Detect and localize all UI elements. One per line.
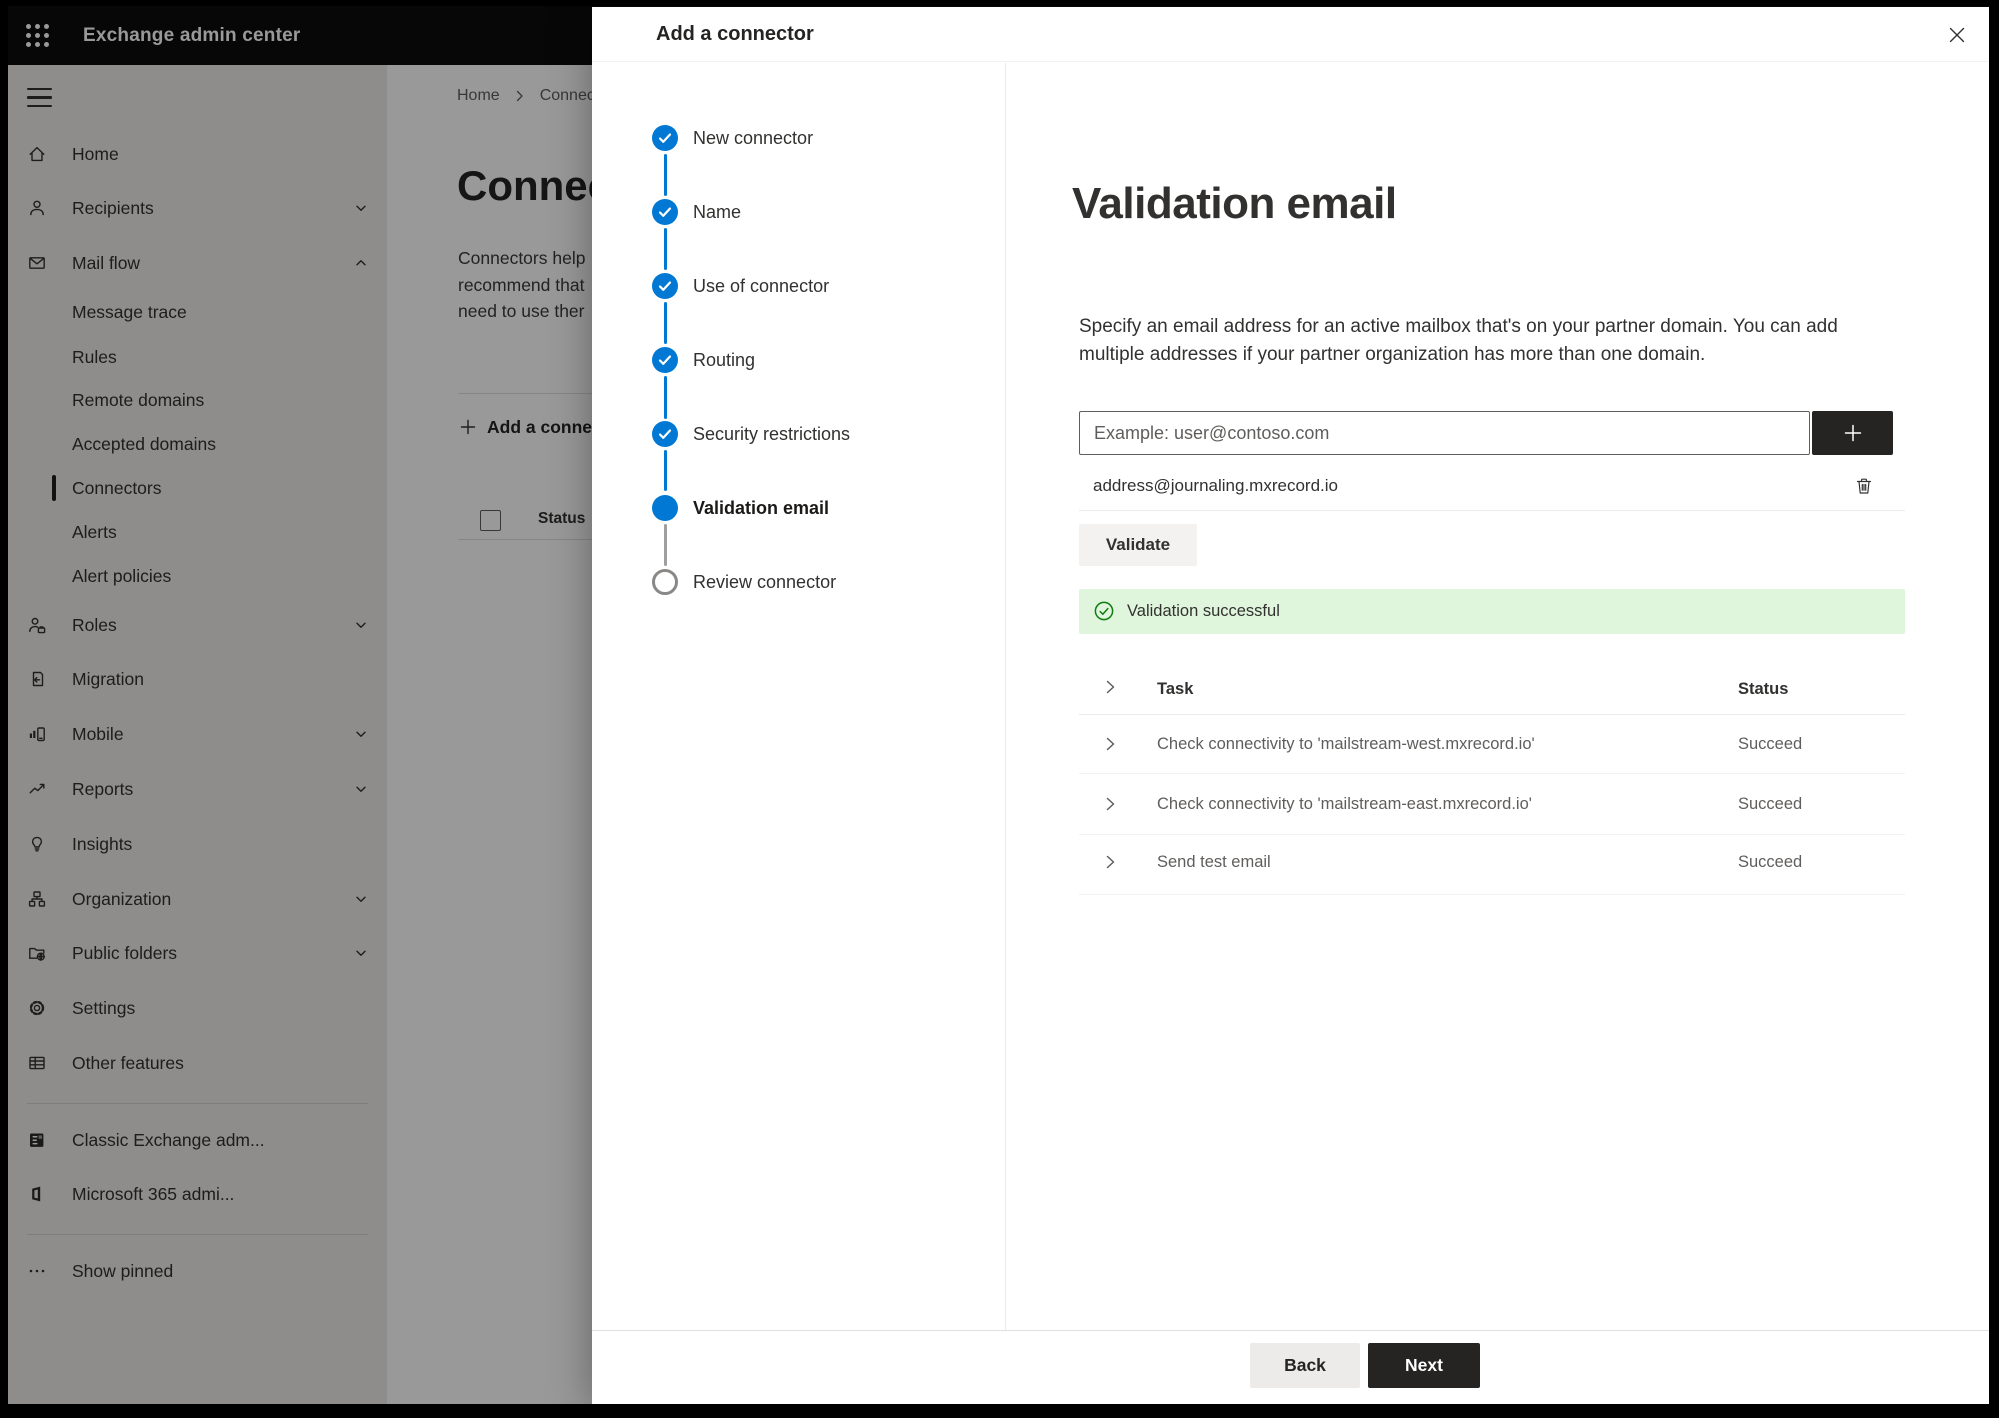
step-indicator-use-of-connector xyxy=(652,273,678,299)
success-message: Validation successful xyxy=(1127,602,1280,620)
content-title: Validation email xyxy=(1072,179,1397,228)
expand-all-chevron-icon[interactable] xyxy=(1100,677,1120,697)
plus-icon xyxy=(1844,424,1861,442)
content-description: Specify an email address for an active m… xyxy=(1079,313,1838,368)
screen: Exchange admin center Home Recipients Ma… xyxy=(0,0,1999,1418)
status-column-header: Status xyxy=(1738,679,1789,698)
dialog-title: Add a connector xyxy=(656,23,814,45)
step-indicator-validation-email xyxy=(652,495,678,521)
delete-address-button[interactable] xyxy=(1850,472,1878,500)
check-icon xyxy=(658,281,672,291)
divider xyxy=(1079,773,1905,774)
step-routing[interactable]: Routing xyxy=(693,347,755,373)
step-indicator-review-connector xyxy=(652,569,678,595)
step-use-of-connector[interactable]: Use of connector xyxy=(693,273,829,299)
check-icon xyxy=(658,355,672,365)
validate-button[interactable]: Validate xyxy=(1079,524,1197,566)
status-cell: Succeed xyxy=(1738,794,1803,813)
close-button[interactable] xyxy=(1940,18,1974,52)
footer-divider xyxy=(592,1330,1989,1331)
success-check-icon xyxy=(1094,601,1114,621)
step-security-restrictions[interactable]: Security restrictions xyxy=(693,421,850,447)
add-email-button[interactable] xyxy=(1812,411,1893,455)
task-cell: Send test email xyxy=(1157,852,1271,871)
expand-row-chevron-icon[interactable] xyxy=(1100,734,1120,754)
task-cell: Check connectivity to 'mailstream-east.m… xyxy=(1157,794,1532,813)
description-line: Specify an email address for an active m… xyxy=(1079,316,1838,337)
status-cell: Succeed xyxy=(1738,852,1803,871)
expand-row-chevron-icon[interactable] xyxy=(1100,852,1120,872)
next-button[interactable]: Next xyxy=(1368,1343,1480,1388)
validation-success-banner: Validation successful xyxy=(1079,589,1905,634)
task-column-header: Task xyxy=(1157,679,1194,698)
added-address: address@journaling.mxrecord.io xyxy=(1093,476,1338,495)
step-indicator-security-restrictions xyxy=(652,421,678,447)
step-connector-line xyxy=(663,228,667,270)
expand-row-chevron-icon[interactable] xyxy=(1100,794,1120,814)
step-indicator-routing xyxy=(652,347,678,373)
trash-icon xyxy=(1856,478,1872,494)
dialog-header: Add a connector xyxy=(592,7,1989,62)
step-indicator-name xyxy=(652,199,678,225)
divider xyxy=(1005,63,1006,1330)
divider xyxy=(1079,510,1905,511)
close-icon xyxy=(1949,27,1965,43)
step-name[interactable]: Name xyxy=(693,199,741,225)
check-icon xyxy=(658,429,672,439)
check-icon xyxy=(658,207,672,217)
step-connector-line xyxy=(663,376,667,419)
step-new-connector[interactable]: New connector xyxy=(693,125,813,151)
back-button[interactable]: Back xyxy=(1250,1343,1360,1388)
step-connector-line xyxy=(663,524,667,566)
divider xyxy=(1079,714,1905,715)
step-validation-email[interactable]: Validation email xyxy=(693,495,829,521)
add-connector-dialog: Add a connector New connector Name Use o… xyxy=(592,7,1989,1404)
step-review-connector[interactable]: Review connector xyxy=(693,569,836,595)
description-line: multiple addresses if your partner organ… xyxy=(1079,343,1706,365)
status-cell: Succeed xyxy=(1738,734,1803,753)
email-input[interactable] xyxy=(1079,411,1810,455)
step-indicator-new-connector xyxy=(652,125,678,151)
step-connector-line xyxy=(663,302,667,344)
step-connector-line xyxy=(663,450,667,491)
task-cell: Check connectivity to 'mailstream-west.m… xyxy=(1157,734,1535,753)
divider xyxy=(1079,834,1905,835)
divider xyxy=(1079,894,1905,895)
check-icon xyxy=(658,133,672,143)
step-connector-line xyxy=(663,154,667,196)
